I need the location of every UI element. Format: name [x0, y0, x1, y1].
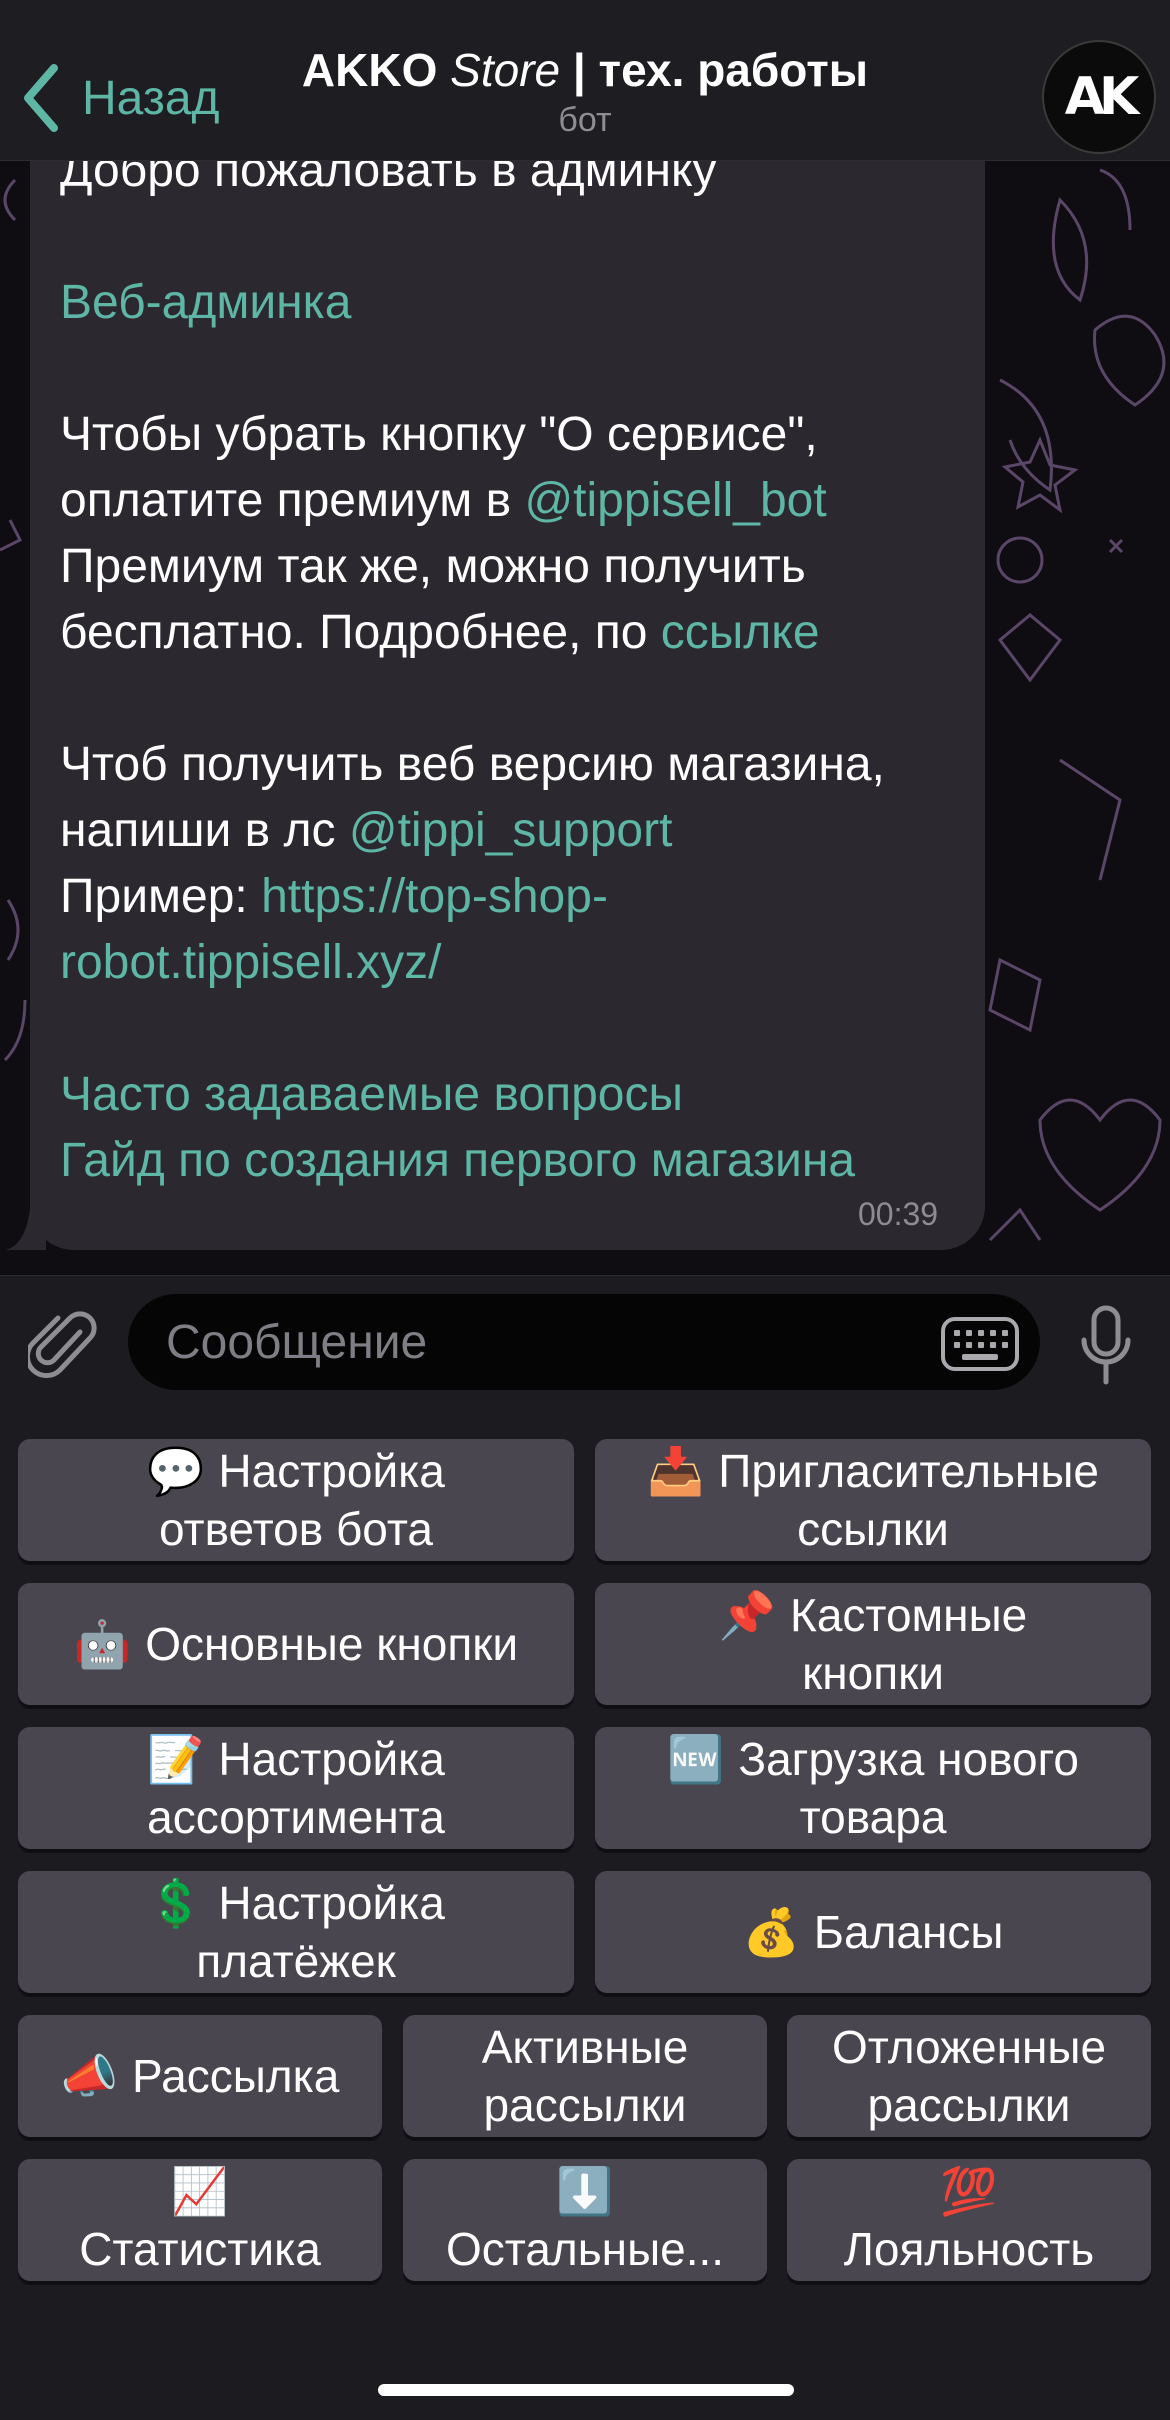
example-url-link[interactable]: https://top-shop- — [261, 870, 608, 923]
home-indicator[interactable] — [378, 2384, 794, 2396]
message-text: Добро пожаловать в админку Веб-админка Ч… — [60, 138, 980, 1194]
chat-title: AKKO Store | тех. работы — [301, 44, 869, 96]
bubble-tail — [6, 1208, 46, 1250]
custom-buttons-button[interactable]: 📌 Кастомные кнопки — [595, 1583, 1151, 1705]
pushpin-icon: 📌 — [718, 1589, 777, 1641]
new-badge-icon: 🆕 — [667, 1733, 725, 1785]
memo-icon: 📝 — [147, 1733, 205, 1785]
robot-icon: 🤖 — [73, 1618, 132, 1670]
faq-link[interactable]: Часто задаваемые вопросы — [60, 1068, 683, 1121]
avatar-logo: AK — [1064, 67, 1140, 127]
microphone-icon[interactable] — [1080, 1304, 1132, 1386]
paperclip-icon[interactable] — [28, 1306, 100, 1386]
guide-link[interactable]: Гайд по создания первого магазина — [60, 1134, 855, 1187]
premium-line-1: Чтобы убрать кнопку "О сервисе", — [60, 408, 818, 461]
back-label: Назад — [82, 71, 220, 125]
payment-settings-button[interactable]: 💲 Настройка платёжек — [18, 1871, 574, 1993]
back-button[interactable]: Назад — [20, 58, 220, 138]
avatar[interactable]: AK — [1042, 40, 1156, 154]
upload-new-product-button[interactable]: 🆕 Загрузка нового товара — [595, 1727, 1151, 1849]
example-line: Пример: https://top-shop- — [60, 870, 608, 923]
premium-details-link[interactable]: ссылке — [661, 606, 820, 659]
chevron-left-icon — [24, 64, 58, 132]
premium-line-2: оплатите премиум в @tippisell_bot — [60, 474, 827, 527]
bot-reply-keyboard: 💬 Настройка ответов бота 📥 Пригласительные… — [0, 1411, 1170, 2420]
web-version-line-1: Чтоб получить веб версию магазина, — [60, 738, 885, 791]
chat-subtitle: бот — [558, 101, 612, 139]
premium-line-4: бесплатно. Подробнее, по ссылке — [60, 606, 820, 659]
web-version-line-2: напиши в лс @tippi_support — [60, 804, 673, 857]
balances-button[interactable]: 💰 Балансы — [595, 1871, 1151, 1993]
web-admin-link[interactable]: Веб-админка — [60, 276, 351, 329]
active-mailings-button[interactable]: Активные рассылки — [403, 2015, 767, 2137]
assortment-settings-button[interactable]: 📝 Настройка ассортимента — [18, 1727, 574, 1849]
hundred-points-icon: 💯 — [940, 2165, 998, 2217]
keyboard-toggle-icon[interactable] — [940, 1316, 1020, 1372]
down-arrow-icon: ⬇️ — [556, 2165, 614, 2217]
premium-line-3: Премиум так же, можно получить — [60, 540, 806, 593]
statistics-button[interactable]: 📈 Статистика — [18, 2159, 382, 2281]
message-input[interactable] — [128, 1294, 1040, 1390]
dollar-sign-icon: 💲 — [147, 1877, 205, 1929]
megaphone-icon: 📣 — [60, 2050, 118, 2102]
speech-bubble-icon: 💬 — [147, 1445, 205, 1497]
others-button[interactable]: ⬇️ Остальные... — [403, 2159, 767, 2281]
money-bag-icon: 💰 — [742, 1906, 800, 1958]
bot-replies-settings-button[interactable]: 💬 Настройка ответов бота — [18, 1439, 574, 1561]
message-time: 00:39 — [858, 1196, 939, 1232]
main-buttons-button[interactable]: 🤖 Основные кнопки — [18, 1583, 574, 1705]
composer-bar — [0, 1275, 1170, 1412]
loyalty-button[interactable]: 💯 Лояльность — [787, 2159, 1151, 2281]
tippisell-bot-link[interactable]: @tippisell_bot — [524, 474, 826, 527]
chart-increasing-icon: 📈 — [171, 2165, 229, 2217]
invite-links-button[interactable]: 📥 Пригласительные ссылки — [595, 1439, 1151, 1561]
example-url-link-cont[interactable]: robot.tippisell.xyz/ — [60, 936, 442, 989]
chat-header: Назад AKKO Store | тех. работы бот AK — [0, 0, 1170, 161]
chat-title-area[interactable]: AKKO Store | тех. работы бот — [250, 40, 920, 140]
support-link[interactable]: @tippi_support — [349, 804, 673, 857]
mailing-button[interactable]: 📣 Рассылка — [18, 2015, 382, 2137]
inbox-tray-icon: 📥 — [647, 1445, 705, 1497]
delayed-mailings-button[interactable]: Отложенные рассылки — [787, 2015, 1151, 2137]
